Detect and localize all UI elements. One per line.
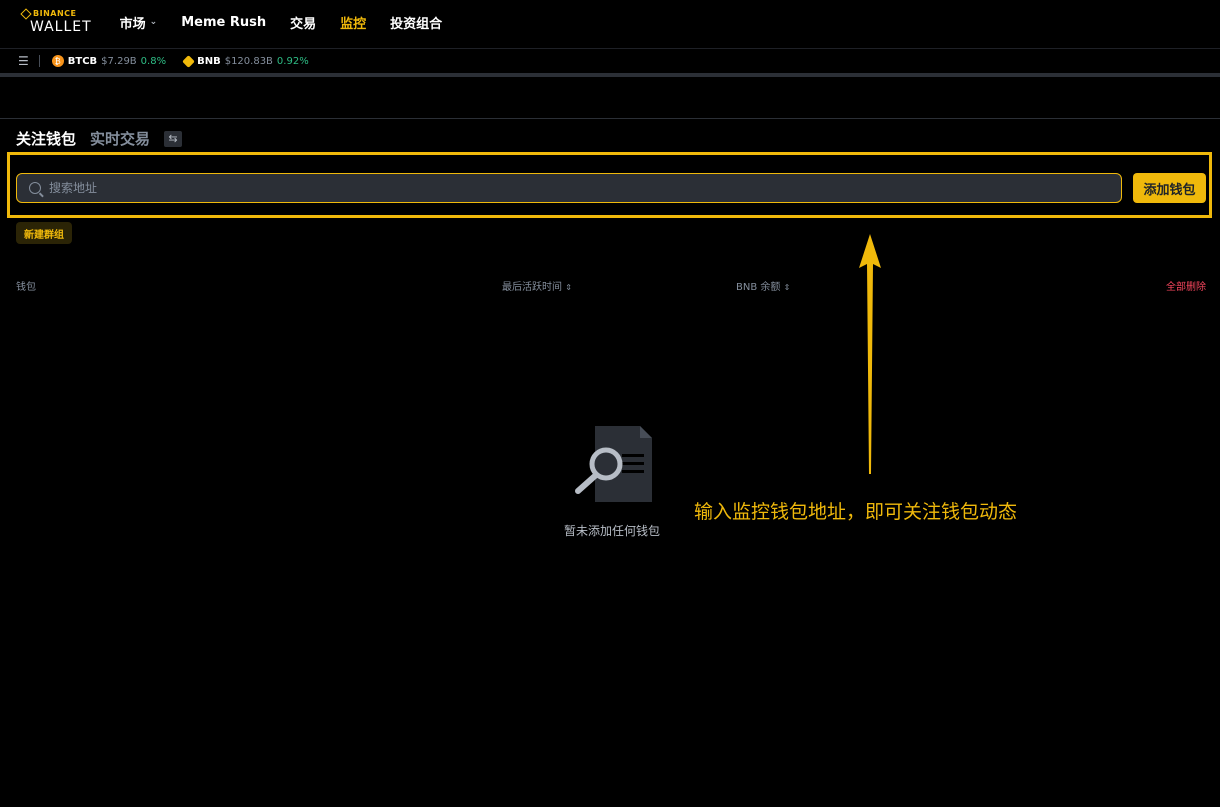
search-bar bbox=[16, 173, 1122, 203]
monitor-tabs: 关注钱包 实时交易 ⇆ bbox=[16, 128, 183, 149]
column-header-last-active[interactable]: 最后活跃时间 ⇕ bbox=[502, 278, 572, 293]
delete-all-link[interactable]: 全部删除 bbox=[1166, 278, 1206, 293]
ticker-bar: ☰ ₿ BTCB $7.29B 0.8% BNB $120.83B 0.92% bbox=[0, 48, 1220, 73]
annotation-text: 输入监控钱包地址，即可关注钱包动态 bbox=[694, 501, 1018, 523]
search-icon bbox=[29, 182, 41, 194]
empty-document-search-icon bbox=[575, 426, 652, 502]
tab-live-trades[interactable]: 实时交易 bbox=[90, 128, 150, 149]
column-header-wallet: 钱包 bbox=[16, 282, 36, 293]
header-divider bbox=[0, 73, 1220, 77]
main-nav: 市场 ⌄ Meme Rush 交易 监控 投资组合 bbox=[120, 13, 443, 32]
binance-diamond-icon bbox=[20, 8, 32, 20]
nav-item-market[interactable]: 市场 ⌄ bbox=[120, 13, 158, 32]
sort-icon: ⇕ bbox=[783, 283, 791, 292]
add-wallet-button[interactable]: 添加钱包 bbox=[1133, 173, 1206, 203]
nav-item-monitor[interactable]: 监控 bbox=[340, 13, 366, 32]
top-header: BINANCE WALLET 市场 ⌄ Meme Rush 交易 监控 投资组合 bbox=[0, 0, 1220, 44]
annotation-arrow-icon bbox=[859, 234, 881, 474]
chevron-down-icon: ⌄ bbox=[149, 17, 158, 27]
nav-item-portfolio[interactable]: 投资组合 bbox=[390, 13, 442, 32]
ticker-separator bbox=[38, 55, 40, 67]
ticker-item-bnb[interactable]: BNB $120.83B 0.92% bbox=[182, 54, 309, 68]
logo-top-text: BINANCE bbox=[33, 9, 77, 18]
new-group-button[interactable]: 新建群组 bbox=[16, 222, 72, 244]
swap-icon[interactable]: ⇆ bbox=[164, 130, 183, 147]
section-divider bbox=[0, 118, 1220, 119]
ticker-item-btcb[interactable]: ₿ BTCB $7.29B 0.8% bbox=[51, 55, 166, 67]
binance-wallet-logo[interactable]: BINANCE WALLET bbox=[20, 8, 92, 35]
bnb-coin-icon bbox=[182, 54, 195, 68]
empty-state-text: 暂未添加任何钱包 bbox=[564, 524, 661, 538]
tab-watch-wallets[interactable]: 关注钱包 bbox=[16, 128, 76, 149]
column-header-bnb-balance[interactable]: BNB 余额 ⇕ bbox=[736, 278, 790, 293]
search-input[interactable] bbox=[49, 181, 949, 195]
logo-bottom-text: WALLET bbox=[30, 19, 92, 35]
sort-icon: ⇕ bbox=[565, 283, 572, 292]
ticker-settings-icon[interactable]: ☰ bbox=[18, 54, 29, 68]
btcb-coin-icon: ₿ bbox=[51, 55, 64, 67]
nav-item-trade[interactable]: 交易 bbox=[290, 13, 316, 32]
nav-item-meme-rush[interactable]: Meme Rush bbox=[181, 15, 266, 30]
